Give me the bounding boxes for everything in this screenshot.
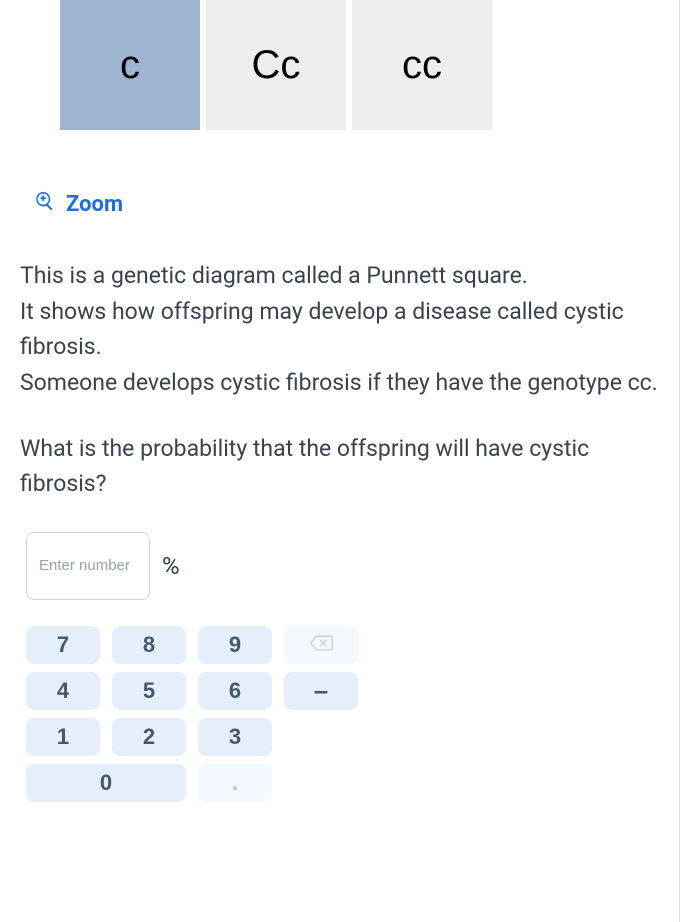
keypad-spacer [284,718,358,756]
key-0[interactable]: 0 [26,764,186,802]
cell-label: Cc [252,43,301,88]
passage-text: This is a genetic diagram called a Punne… [20,258,659,401]
punnett-cell[interactable]: Cc [206,0,346,130]
keypad-spacer [370,672,444,710]
punnett-cell-header[interactable]: c [60,0,200,130]
key-decimal[interactable]: . [198,764,272,802]
key-5[interactable]: 5 [112,672,186,710]
key-4[interactable]: 4 [26,672,100,710]
key-backspace[interactable] [284,626,358,664]
cell-label: cc [402,43,442,88]
keypad-spacer [370,718,444,756]
question-text: What is the probability that the offspri… [20,431,659,502]
keypad-spacer [370,764,444,802]
cell-label: c [120,43,140,88]
key-9[interactable]: 9 [198,626,272,664]
key-8[interactable]: 8 [112,626,186,664]
punnett-row: c Cc cc [60,0,659,130]
answer-input[interactable] [26,532,150,600]
keypad-spacer [284,764,358,802]
zoom-button[interactable]: Zoom [34,190,123,218]
key-1[interactable]: 1 [26,718,100,756]
keypad-spacer [370,626,444,664]
key-6[interactable]: 6 [198,672,272,710]
answer-unit: % [162,552,180,580]
question-page: c Cc cc Zoom This is a genetic diagram c… [0,0,680,922]
passage-line: Someone develops cystic fibrosis if they… [20,369,658,396]
zoom-label: Zoom [66,192,123,217]
key-minus[interactable]: – [284,672,358,710]
backspace-icon [309,632,333,658]
passage-line: It shows how offspring may develop a dis… [20,298,624,361]
zoom-in-icon [34,190,56,218]
key-3[interactable]: 3 [198,718,272,756]
key-7[interactable]: 7 [26,626,100,664]
numeric-keypad: 7 8 9 4 5 6 – 1 2 3 0 . [26,626,444,802]
answer-row: % [26,532,659,600]
key-2[interactable]: 2 [112,718,186,756]
passage-line: This is a genetic diagram called a Punne… [20,262,528,289]
punnett-cell[interactable]: cc [352,0,492,130]
